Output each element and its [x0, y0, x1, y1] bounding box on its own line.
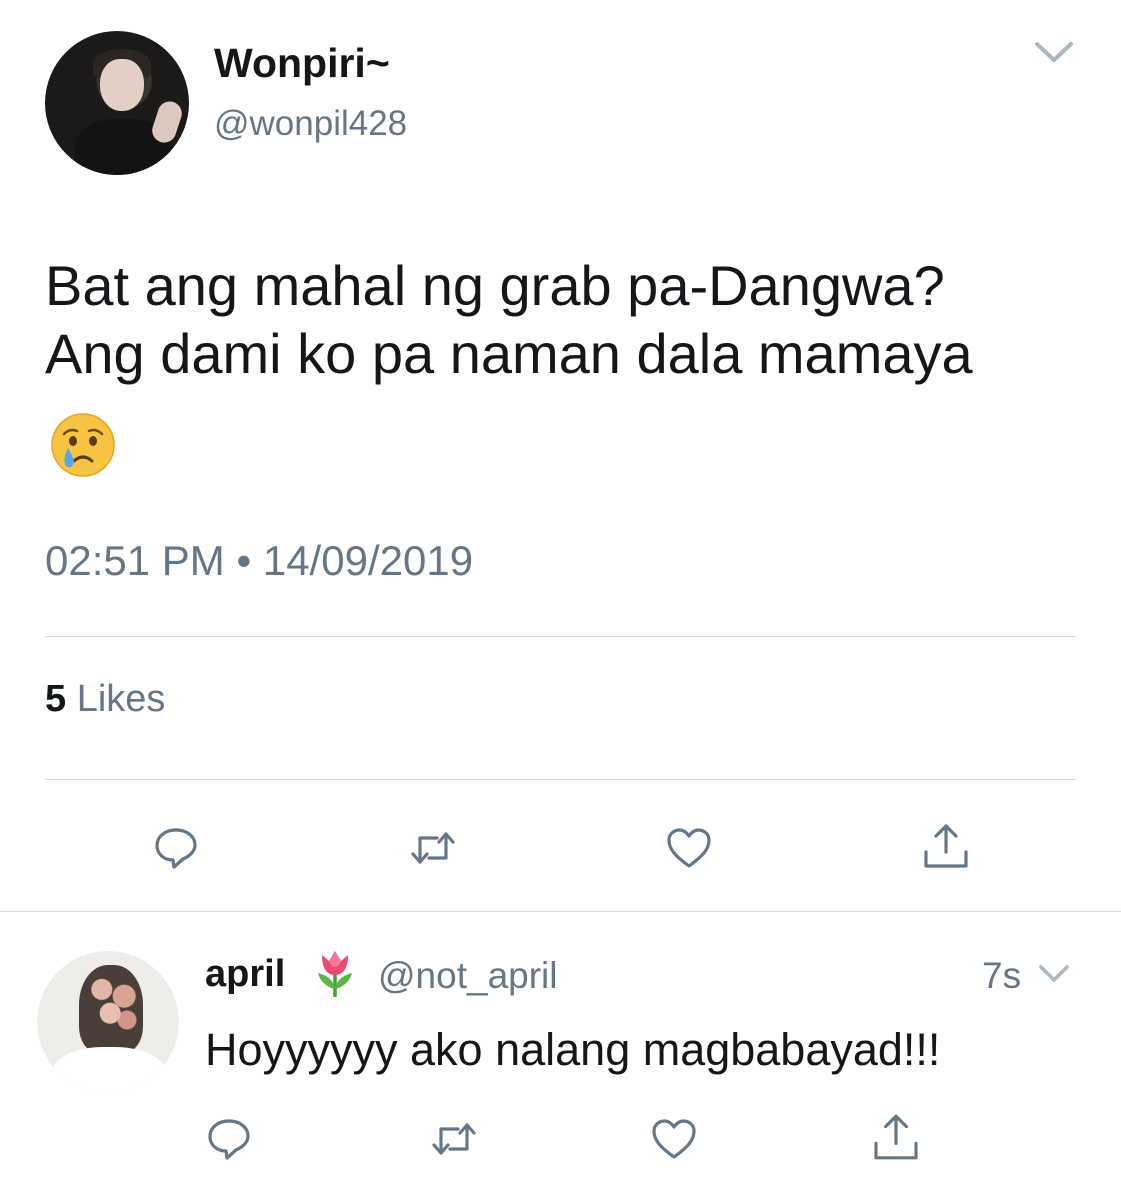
divider — [0, 911, 1121, 912]
tulip-icon — [318, 951, 352, 997]
likes-count[interactable]: 5 Likes — [45, 678, 165, 721]
like-icon[interactable] — [650, 1115, 698, 1163]
likes-label: Likes — [76, 678, 166, 720]
retweet-icon[interactable] — [430, 1115, 478, 1163]
crying-face-icon — [51, 413, 115, 477]
reply-author-handle[interactable]: @not_april — [378, 955, 558, 997]
tweet-date: 14/09/2019 — [262, 537, 474, 584]
share-icon[interactable] — [922, 822, 970, 870]
author-avatar[interactable] — [45, 31, 189, 175]
share-icon[interactable] — [872, 1113, 920, 1161]
timestamp-separator: • — [236, 537, 252, 584]
reply-text: Hoyyyyyy ako nalang magbabayad!!! — [205, 1024, 941, 1075]
reply-icon[interactable] — [205, 1115, 253, 1163]
reply-author-avatar[interactable] — [37, 951, 179, 1093]
tweet-text-line-1: Bat ang mahal ng grab pa-Dangwa? — [45, 254, 945, 317]
author-handle[interactable]: @wonpil428 — [214, 104, 407, 144]
tweet-time: 02:51 PM — [45, 537, 225, 584]
like-icon[interactable] — [665, 824, 713, 872]
divider — [45, 779, 1076, 780]
chevron-down-icon[interactable] — [1034, 40, 1074, 64]
reply-author-display-name[interactable]: april — [205, 953, 285, 996]
tweet-text: Bat ang mahal ng grab pa-Dangwa? Ang dam… — [45, 252, 1085, 388]
retweet-icon[interactable] — [409, 824, 457, 872]
author-display-name[interactable]: Wonpiri~ — [214, 40, 390, 87]
reply-time: 7s — [982, 955, 1022, 996]
reply-icon[interactable] — [152, 824, 200, 872]
chevron-down-icon[interactable] — [1038, 964, 1070, 984]
tweet-text-line-2: Ang dami ko pa naman dala mamaya — [45, 322, 973, 385]
divider — [45, 636, 1076, 637]
tweet-timestamp[interactable]: 02:51 PM • 14/09/2019 — [45, 537, 473, 585]
likes-number: 5 — [45, 678, 67, 720]
